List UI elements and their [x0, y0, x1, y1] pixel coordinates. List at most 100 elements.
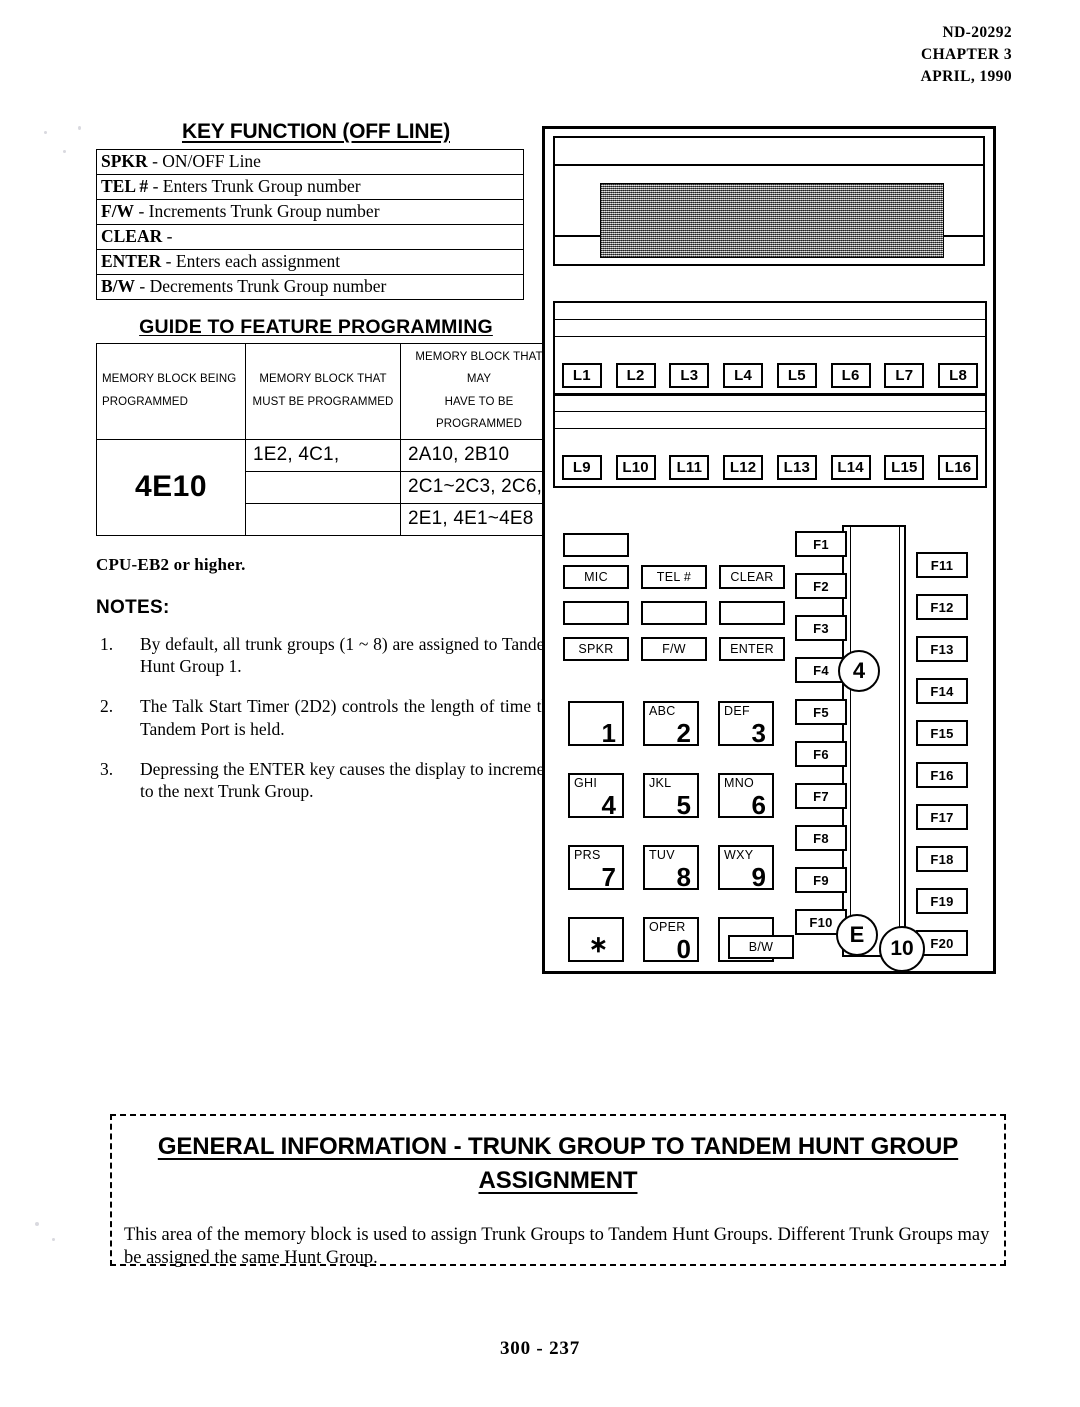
function-key[interactable]: MIC: [563, 565, 629, 589]
keypad-key-letters: OPER: [649, 920, 686, 934]
line-key[interactable]: L16: [938, 455, 979, 480]
key-function-description: Decrements Trunk Group number: [149, 275, 387, 296]
key-function-key: F/W: [101, 200, 135, 221]
line-key-label: L6: [841, 367, 860, 384]
scan-artifact: [35, 1222, 39, 1226]
keypad-key[interactable]: JKL 5: [643, 773, 699, 818]
line-key-bank-1: L1 L2 L3 L4 L5 L6 L7 L8: [553, 301, 987, 396]
function-key-label: F/W: [662, 642, 686, 656]
line-key[interactable]: L14: [830, 455, 871, 480]
bw-key[interactable]: B/W: [728, 935, 794, 959]
keypad-key[interactable]: ABC 2: [643, 701, 699, 746]
f-key[interactable]: F11: [916, 552, 968, 578]
key-function-table: SPKR - ON/OFF Line TEL # - Enters Trunk G…: [96, 149, 524, 300]
line-key[interactable]: L15: [884, 455, 925, 480]
keypad-key-letters: GHI: [574, 776, 598, 790]
callout-10-label: 10: [890, 937, 914, 960]
keypad-key[interactable]: WXY 9: [718, 845, 774, 890]
key-function-cell: ENTER - Enters each assignment: [96, 249, 524, 275]
line-key[interactable]: L4: [723, 363, 764, 388]
keypad-key-digit: 3: [751, 718, 766, 748]
f-key[interactable]: F19: [916, 888, 968, 914]
line-key[interactable]: L8: [938, 363, 979, 388]
callout-e-label: E: [849, 922, 865, 947]
line-key[interactable]: L10: [615, 455, 656, 480]
f-key[interactable]: F9: [795, 867, 847, 893]
keypad-key[interactable]: ∗: [568, 917, 624, 962]
function-key[interactable]: F/W: [641, 637, 707, 661]
key-function-description: Increments Trunk Group number: [148, 200, 380, 221]
telephone-set-diagram: L1 L2 L3 L4 L5 L6 L7 L8 L9 L10 L11 L12 L13 L14 L15 L16…: [542, 126, 996, 974]
key-function-dash: -: [152, 175, 159, 196]
function-key[interactable]: TEL #: [641, 565, 707, 589]
line-key-label: L2: [626, 367, 645, 384]
line-key-label: L16: [944, 459, 972, 476]
keypad-key[interactable]: TUV 8: [643, 845, 699, 890]
key-function-dash: -: [166, 225, 173, 246]
guide-must-2: [245, 470, 401, 504]
keypad-key-letters: MNO: [724, 776, 755, 790]
f-key[interactable]: F15: [916, 720, 968, 746]
keypad-key[interactable]: DEF 3: [718, 701, 774, 746]
f-key-label: F9: [813, 872, 829, 888]
function-key-label: MIC: [584, 570, 608, 584]
line-key[interactable]: L5: [776, 363, 817, 388]
key-function-cell: TEL # - Enters Trunk Group number: [96, 174, 524, 200]
f-key[interactable]: F14: [916, 678, 968, 704]
keypad-key[interactable]: MNO 6: [718, 773, 774, 818]
line-key[interactable]: L2: [615, 363, 656, 388]
line-key[interactable]: L9: [561, 455, 602, 480]
f-key-label: F10: [809, 914, 833, 930]
f-key[interactable]: F16: [916, 762, 968, 788]
key-function-row: B/W - Decrements Trunk Group number: [96, 274, 524, 300]
f-key[interactable]: F2: [795, 573, 847, 599]
keypad-key-letters: DEF: [724, 704, 750, 718]
keypad-key[interactable]: GHI 4: [568, 773, 624, 818]
f-key[interactable]: F6: [795, 741, 847, 767]
callout-10: 10: [879, 926, 925, 972]
line-key[interactable]: L6: [830, 363, 871, 388]
led-indicator: [719, 601, 785, 625]
line-key[interactable]: L3: [669, 363, 710, 388]
line-key-label: L8: [949, 367, 968, 384]
key-function-cell: CLEAR -: [96, 224, 524, 250]
key-function-title: KEY FUNCTION (OFF LINE): [181, 120, 450, 143]
f-key-label: F15: [930, 725, 954, 741]
keypad-key[interactable]: PRS 7: [568, 845, 624, 890]
guide-must-1: 1E2, 4C1,: [245, 438, 401, 472]
f-key-label: F14: [930, 683, 954, 699]
f-key[interactable]: F13: [916, 636, 968, 662]
f-key[interactable]: F7: [795, 783, 847, 809]
line-key[interactable]: L11: [669, 455, 710, 480]
display-assembly: [553, 136, 985, 266]
note-item: 2. The Talk Start Timer (2D2) controls th…: [96, 695, 558, 741]
f-key[interactable]: F8: [795, 825, 847, 851]
function-key-label: TEL #: [656, 570, 692, 584]
line-key-label: L5: [787, 367, 806, 384]
f-key[interactable]: F12: [916, 594, 968, 620]
note-text: The Talk Start Timer (2D2) controls the …: [140, 696, 558, 739]
function-key[interactable]: SPKR: [563, 637, 629, 661]
keypad-key[interactable]: OPER 0: [643, 917, 699, 962]
keypad-key-letters: WXY: [724, 848, 754, 862]
line-key[interactable]: L1: [561, 363, 602, 388]
line-key[interactable]: L12: [723, 455, 764, 480]
function-key[interactable]: CLEAR: [719, 565, 785, 589]
f-key-label: F2: [813, 578, 829, 594]
guide-header-row: MEMORY BLOCK BEING PROGRAMMED MEMORY BLO…: [96, 343, 558, 440]
f-key[interactable]: F5: [795, 699, 847, 725]
keypad-key[interactable]: 1: [568, 701, 624, 746]
line-key-label: L12: [729, 459, 757, 476]
f-key[interactable]: F3: [795, 615, 847, 641]
line-key[interactable]: L13: [776, 455, 817, 480]
function-key[interactable]: ENTER: [719, 637, 785, 661]
callout-e: E: [836, 914, 878, 956]
f-key[interactable]: F1: [795, 531, 847, 557]
f-key-label: F16: [930, 767, 954, 783]
line-key[interactable]: L7: [884, 363, 925, 388]
document-header: ND-20292 CHAPTER 3 APRIL, 1990: [921, 22, 1012, 88]
f-key[interactable]: F17: [916, 804, 968, 830]
notes-heading: NOTES:: [96, 596, 170, 618]
keypad-key-letters: TUV: [649, 848, 675, 862]
f-key[interactable]: F18: [916, 846, 968, 872]
